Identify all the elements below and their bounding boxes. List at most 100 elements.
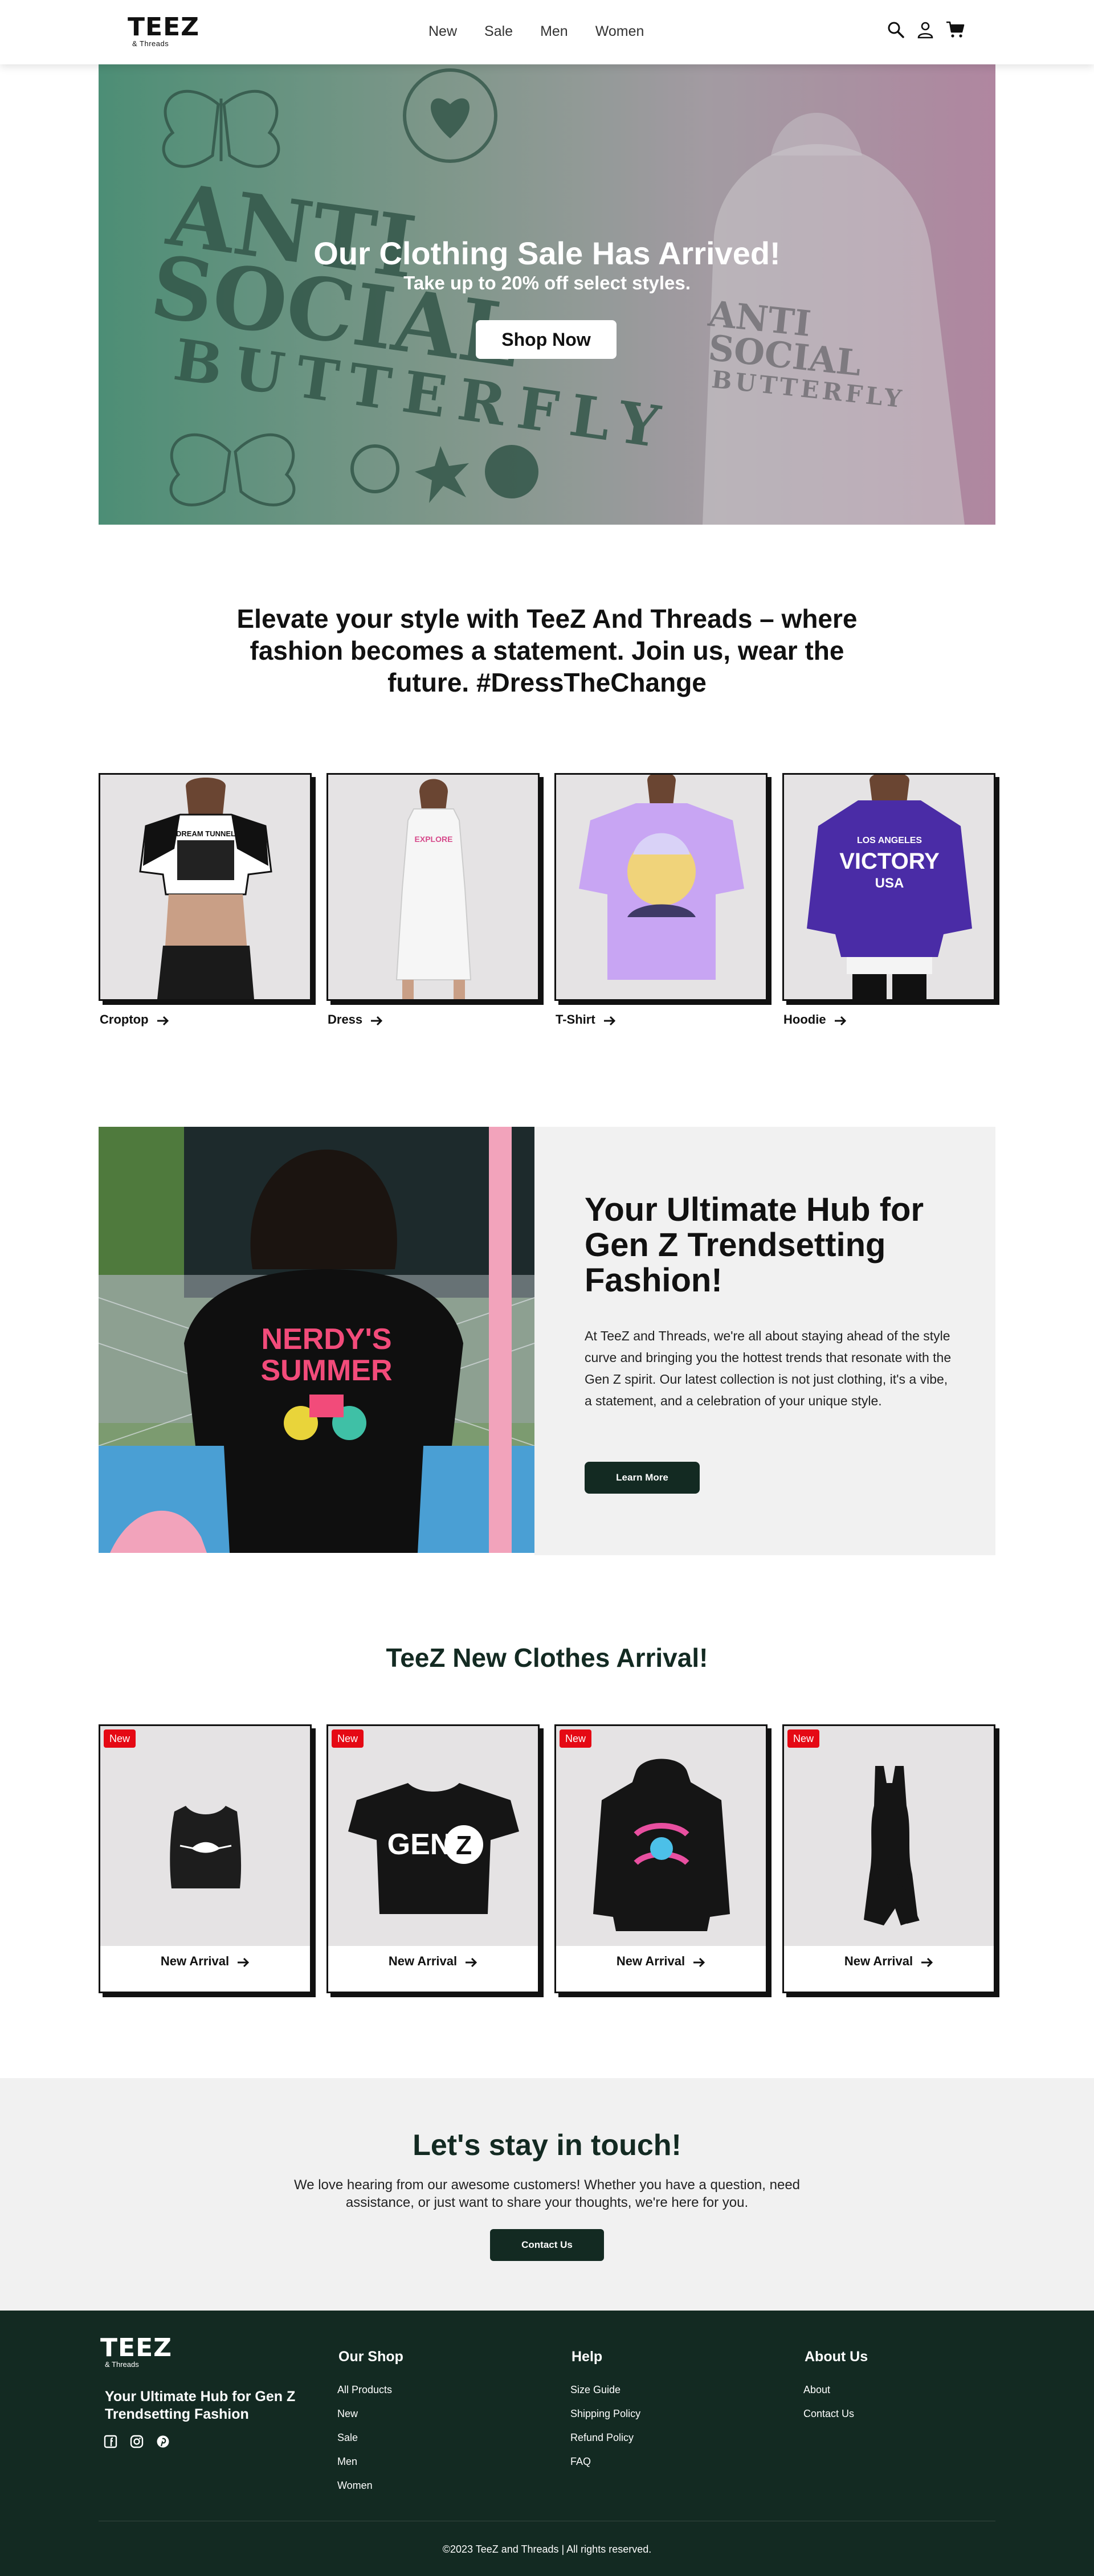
- footer-link-size-guide[interactable]: Size Guide: [570, 2384, 640, 2395]
- arrow-right-icon: [465, 1956, 477, 1968]
- new-badge: New: [332, 1729, 364, 1748]
- arrow-right-icon: [921, 1956, 933, 1968]
- footer-link-refund-policy[interactable]: Refund Policy: [570, 2432, 640, 2443]
- arrow-right-icon: [834, 1015, 847, 1026]
- footer-logo-wordmark: TEEZ: [100, 2333, 173, 2362]
- contact-description: We love hearing from our awesome custome…: [293, 2177, 801, 2210]
- arrow-right-icon: [370, 1015, 383, 1026]
- arrival-image-hoodie: [556, 1726, 766, 1946]
- arrival-link[interactable]: New Arrival: [328, 1954, 538, 1969]
- nav-link-sale[interactable]: Sale: [484, 23, 513, 40]
- hero-subtitle: Take up to 20% off select styles.: [403, 272, 691, 293]
- instagram-icon[interactable]: [130, 2435, 144, 2448]
- search-icon[interactable]: [887, 21, 906, 40]
- brand-tagline: Elevate your style with TeeZ And Threads…: [236, 604, 858, 697]
- footer-list-shop: All Products New Sale Men Women: [337, 2384, 392, 2504]
- croptop-print-text: DREAM TUNNEL: [176, 829, 235, 838]
- user-icon[interactable]: [916, 21, 936, 40]
- footer-link-about[interactable]: About: [803, 2384, 854, 2395]
- arrival-link-label: New Arrival: [160, 1954, 230, 1968]
- category-link-dress[interactable]: Dress: [328, 1012, 383, 1027]
- footer-link-faq[interactable]: FAQ: [570, 2456, 640, 2467]
- category-card-hoodie[interactable]: LOS ANGELES VICTORY USA: [782, 773, 995, 1001]
- category-link-tshirt[interactable]: T-Shirt: [556, 1012, 616, 1027]
- tshirt-image: [579, 775, 744, 980]
- footer-list-about: About Contact Us: [803, 2384, 854, 2432]
- shirt-print-line1: NERDY'S: [261, 1323, 391, 1356]
- cart-icon[interactable]: [946, 21, 965, 40]
- about-image: NERDY'S SUMMER: [99, 1127, 534, 1553]
- footer-link-new[interactable]: New: [337, 2408, 392, 2419]
- contact-title: Let's stay in touch!: [413, 2129, 681, 2162]
- footer-list-help: Size Guide Shipping Policy Refund Policy…: [570, 2384, 640, 2480]
- hero-banner: ANTI SOCIAL BUTTERFLY ANTI SOCIAL BUTTER…: [99, 64, 995, 525]
- category-link-croptop[interactable]: Croptop: [100, 1012, 169, 1027]
- category-card-tshirt[interactable]: [554, 773, 768, 1001]
- nav-link-women[interactable]: Women: [595, 23, 644, 40]
- footer-col-title-about: About Us: [805, 2349, 868, 2365]
- hero-title: Our Clothing Sale Has Arrived!: [313, 235, 781, 271]
- footer-link-men[interactable]: Men: [337, 2456, 392, 2467]
- footer-tagline: Your Ultimate Hub for Gen Z Trendsetting…: [105, 2389, 296, 2422]
- arrival-card-4[interactable]: New New Arrival: [782, 1724, 995, 1993]
- category-card-dress[interactable]: EXPLORE: [326, 773, 540, 1001]
- arrow-right-icon: [603, 1015, 616, 1026]
- arrow-right-icon: [693, 1956, 705, 1968]
- croptop-image: DREAM TUNNEL: [139, 778, 272, 999]
- footer-logo[interactable]: TEEZ & Threads: [100, 2336, 172, 2369]
- about-description: At TeeZ and Threads, we're all about sta…: [585, 1328, 952, 1408]
- about-title: Your Ultimate Hub for Gen Z Trendsetting…: [585, 1191, 924, 1299]
- arrival-image-tshirt: GEN Z: [328, 1726, 538, 1946]
- arrival-link[interactable]: New Arrival: [784, 1954, 994, 1969]
- arrival-link-label: New Arrival: [388, 1954, 458, 1968]
- copyright-text: ©2023 TeeZ and Threads | All rights rese…: [442, 2544, 652, 2555]
- footer-social-links: [104, 2435, 182, 2448]
- hoodie-print-top: LOS ANGELES: [857, 836, 922, 845]
- header-actions: [887, 21, 975, 40]
- arrow-right-icon: [157, 1015, 169, 1026]
- arrival-link[interactable]: New Arrival: [100, 1954, 310, 1969]
- arrow-right-icon: [237, 1956, 250, 1968]
- category-link-hoodie[interactable]: Hoodie: [783, 1012, 847, 1027]
- footer-col-title-shop: Our Shop: [338, 2349, 403, 2365]
- hoodie-image: LOS ANGELES VICTORY USA: [807, 775, 972, 999]
- contact-us-button[interactable]: Contact Us: [490, 2229, 604, 2261]
- arrival-card-2[interactable]: New GEN Z New Arrival: [326, 1724, 540, 1993]
- category-label: Dress: [328, 1012, 363, 1027]
- nav-link-men[interactable]: Men: [540, 23, 568, 40]
- arrival-image-tanktop: [100, 1726, 310, 1946]
- arrivals-title: TeeZ New Clothes Arrival!: [386, 1643, 708, 1673]
- nav-link-new[interactable]: New: [428, 23, 457, 40]
- arrival-card-1[interactable]: New New Arrival: [99, 1724, 312, 1993]
- tee-print-text: GEN: [387, 1828, 452, 1861]
- tee-print-letter: Z: [456, 1830, 472, 1860]
- footer-link-all-products[interactable]: All Products: [337, 2384, 392, 2395]
- category-label: Hoodie: [783, 1012, 826, 1027]
- pinterest-icon[interactable]: [156, 2435, 170, 2448]
- arrival-link[interactable]: New Arrival: [556, 1954, 766, 1969]
- learn-more-button[interactable]: Learn More: [585, 1462, 700, 1494]
- dress-print-text: EXPLORE: [415, 835, 453, 844]
- category-card-croptop[interactable]: DREAM TUNNEL: [99, 773, 312, 1001]
- about-photo-illustration: NERDY'S SUMMER: [99, 1127, 534, 1553]
- footer-link-sale[interactable]: Sale: [337, 2432, 392, 2443]
- category-label: Croptop: [100, 1012, 149, 1027]
- brand-logo[interactable]: TEEZ & Threads: [128, 15, 199, 48]
- arrival-card-3[interactable]: New New Arrival: [554, 1724, 768, 1993]
- footer-link-women[interactable]: Women: [337, 2480, 392, 2491]
- logo-wordmark: TEEZ: [128, 13, 200, 42]
- footer-link-shipping-policy[interactable]: Shipping Policy: [570, 2408, 640, 2419]
- main-nav: New Sale Men Women: [428, 23, 671, 40]
- category-label: T-Shirt: [556, 1012, 595, 1027]
- new-badge: New: [560, 1729, 592, 1748]
- hoodie-print-bottom: USA: [875, 876, 904, 891]
- shop-now-button[interactable]: Shop Now: [476, 320, 617, 359]
- shirt-print-line2: SUMMER: [260, 1354, 392, 1387]
- arrival-link-label: New Arrival: [844, 1954, 913, 1968]
- dress-image: EXPLORE: [395, 779, 472, 999]
- facebook-icon[interactable]: [104, 2435, 117, 2448]
- site-header: TEEZ & Threads New Sale Men Women: [0, 0, 1094, 64]
- new-badge: New: [104, 1729, 136, 1748]
- arrival-link-label: New Arrival: [616, 1954, 685, 1968]
- footer-link-contact-us[interactable]: Contact Us: [803, 2408, 854, 2419]
